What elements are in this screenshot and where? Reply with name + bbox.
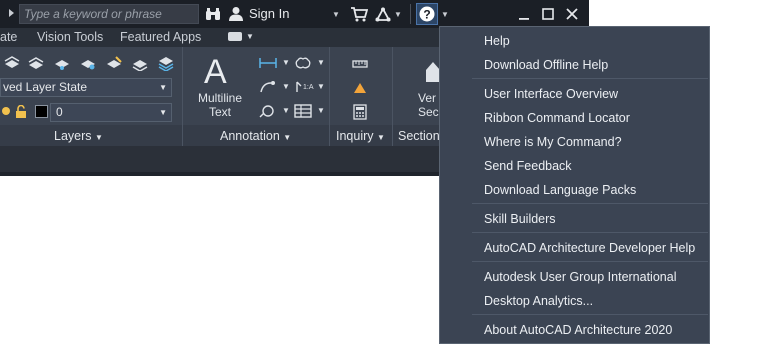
- search-expand-arrow-icon[interactable]: [9, 9, 14, 17]
- menu-item-download-language-packs[interactable]: Download Language Packs: [484, 183, 636, 197]
- tab-ate[interactable]: ate: [0, 30, 17, 44]
- layer-tool-icon[interactable]: [131, 54, 149, 72]
- menu-separator: [472, 203, 708, 204]
- connect-icon[interactable]: [374, 5, 392, 23]
- panel-display-dropdown-icon[interactable]: ▼: [246, 32, 254, 41]
- layer-tool-icon[interactable]: [53, 54, 71, 72]
- sign-in-dropdown-icon[interactable]: ▼: [332, 5, 340, 23]
- menu-separator: [472, 232, 708, 233]
- calculator-icon[interactable]: [352, 104, 368, 120]
- panel-title-layers[interactable]: Layers ▼: [54, 129, 103, 143]
- maximize-icon[interactable]: [536, 2, 560, 26]
- multiline-text-button[interactable]: Multiline Text: [193, 91, 247, 119]
- tag-dropdown-icon[interactable]: ▼: [282, 106, 290, 115]
- panel-title-inquiry[interactable]: Inquiry ▼: [336, 129, 385, 143]
- layer-state-value: ved Layer State: [3, 80, 88, 94]
- cart-icon[interactable]: [350, 5, 368, 23]
- search-box[interactable]: [19, 4, 199, 24]
- multiline-text-label-2: Text: [208, 105, 231, 119]
- menu-item-skill-builders[interactable]: Skill Builders: [484, 212, 556, 226]
- leader-dropdown-icon[interactable]: ▼: [282, 82, 290, 91]
- help-dropdown-icon[interactable]: ▼: [441, 5, 449, 23]
- revision-cloud-dropdown-icon[interactable]: ▼: [317, 58, 325, 67]
- sign-in-link[interactable]: Sign In: [249, 6, 289, 21]
- layer-color-swatch[interactable]: [35, 105, 48, 118]
- ribbon-tab-bar: ate Vision Tools Featured Apps ▼: [0, 28, 440, 47]
- revision-cloud-icon[interactable]: [294, 55, 312, 71]
- dimension-dropdown-icon[interactable]: ▼: [282, 58, 290, 67]
- sun-icon[interactable]: [0, 104, 12, 118]
- panel-title-annotation-label: Annotation: [220, 129, 280, 143]
- layer-tool-icon[interactable]: [27, 54, 45, 72]
- scale-icon[interactable]: 1:A: [294, 79, 316, 95]
- help-icon: ?: [419, 6, 435, 22]
- title-bar: Sign In ▼ ▼ ? ▼: [0, 0, 589, 28]
- multiline-text-label-1: Multiline: [197, 91, 242, 105]
- measure-icon[interactable]: [352, 56, 368, 72]
- menu-item-send-feedback[interactable]: Send Feedback: [484, 159, 572, 173]
- minimize-icon[interactable]: [512, 2, 536, 26]
- menu-item-help[interactable]: Help: [484, 34, 510, 48]
- chevron-down-icon: ▼: [159, 83, 167, 92]
- menu-item-desktop-analytics[interactable]: Desktop Analytics...: [484, 294, 593, 308]
- area-icon[interactable]: [352, 80, 368, 96]
- dimension-icon[interactable]: [259, 55, 277, 71]
- menu-item-where-is-my-command[interactable]: Where is My Command?: [484, 135, 622, 149]
- layer-tool-icon[interactable]: [79, 54, 97, 72]
- panel-display-icon[interactable]: [228, 32, 242, 41]
- menu-separator: [472, 261, 708, 262]
- layer-value: 0: [56, 105, 63, 119]
- help-dropdown-menu: Help Download Offline Help User Interfac…: [439, 26, 710, 344]
- svg-text:1:A: 1:A: [303, 84, 314, 91]
- chevron-down-icon: ▼: [159, 108, 167, 117]
- menu-separator: [472, 314, 708, 315]
- panel-title-annotation[interactable]: Annotation ▼: [220, 129, 291, 143]
- menu-item-ribbon-command-locator[interactable]: Ribbon Command Locator: [484, 111, 630, 125]
- search-input[interactable]: [20, 5, 198, 23]
- menu-item-about[interactable]: About AutoCAD Architecture 2020: [484, 323, 672, 337]
- tag-icon[interactable]: [259, 103, 277, 119]
- chevron-down-icon: ▼: [283, 133, 292, 142]
- user-icon[interactable]: [228, 5, 244, 23]
- layer-tool-icon[interactable]: [105, 54, 123, 72]
- help-button[interactable]: ?: [416, 3, 438, 25]
- table-dropdown-icon[interactable]: ▼: [317, 106, 325, 115]
- leader-icon[interactable]: [259, 79, 277, 95]
- menu-item-user-interface-overview[interactable]: User Interface Overview: [484, 87, 618, 101]
- connect-dropdown-icon[interactable]: ▼: [394, 5, 402, 23]
- panel-separator: [392, 125, 393, 146]
- menu-item-developer-help[interactable]: AutoCAD Architecture Developer Help: [484, 241, 695, 255]
- menu-separator: [472, 78, 708, 79]
- chevron-down-icon: ▼: [95, 133, 103, 142]
- close-icon[interactable]: [560, 2, 584, 26]
- layer-select[interactable]: 0 ▼: [50, 103, 172, 122]
- text-a-icon[interactable]: A: [204, 53, 227, 92]
- lock-icon[interactable]: [15, 104, 27, 118]
- binoculars-icon[interactable]: [204, 5, 222, 23]
- menu-item-autodesk-user-group[interactable]: Autodesk User Group International: [484, 270, 676, 284]
- file-tab-strip: [0, 146, 440, 172]
- menu-item-download-offline-help[interactable]: Download Offline Help: [484, 58, 608, 72]
- layer-tool-icon[interactable]: [3, 54, 21, 72]
- panel-title-inquiry-label: Inquiry: [336, 129, 374, 143]
- tab-vision-tools[interactable]: Vision Tools: [37, 30, 103, 44]
- panel-title-layers-label: Layers: [54, 129, 92, 143]
- scale-dropdown-icon[interactable]: ▼: [317, 82, 325, 91]
- panel-separator: [329, 125, 330, 146]
- panel-title-section[interactable]: Section: [398, 129, 440, 143]
- drawing-area[interactable]: [0, 176, 440, 344]
- tab-featured-apps[interactable]: Featured Apps: [120, 30, 201, 44]
- panel-separator: [182, 125, 183, 146]
- layer-state-select[interactable]: ved Layer State ▼: [0, 78, 172, 97]
- toolbar-divider: [410, 4, 411, 24]
- table-icon[interactable]: [294, 103, 312, 119]
- layer-tool-icon[interactable]: [157, 54, 175, 72]
- svg-text:?: ?: [423, 8, 430, 22]
- chevron-down-icon: ▼: [377, 133, 385, 142]
